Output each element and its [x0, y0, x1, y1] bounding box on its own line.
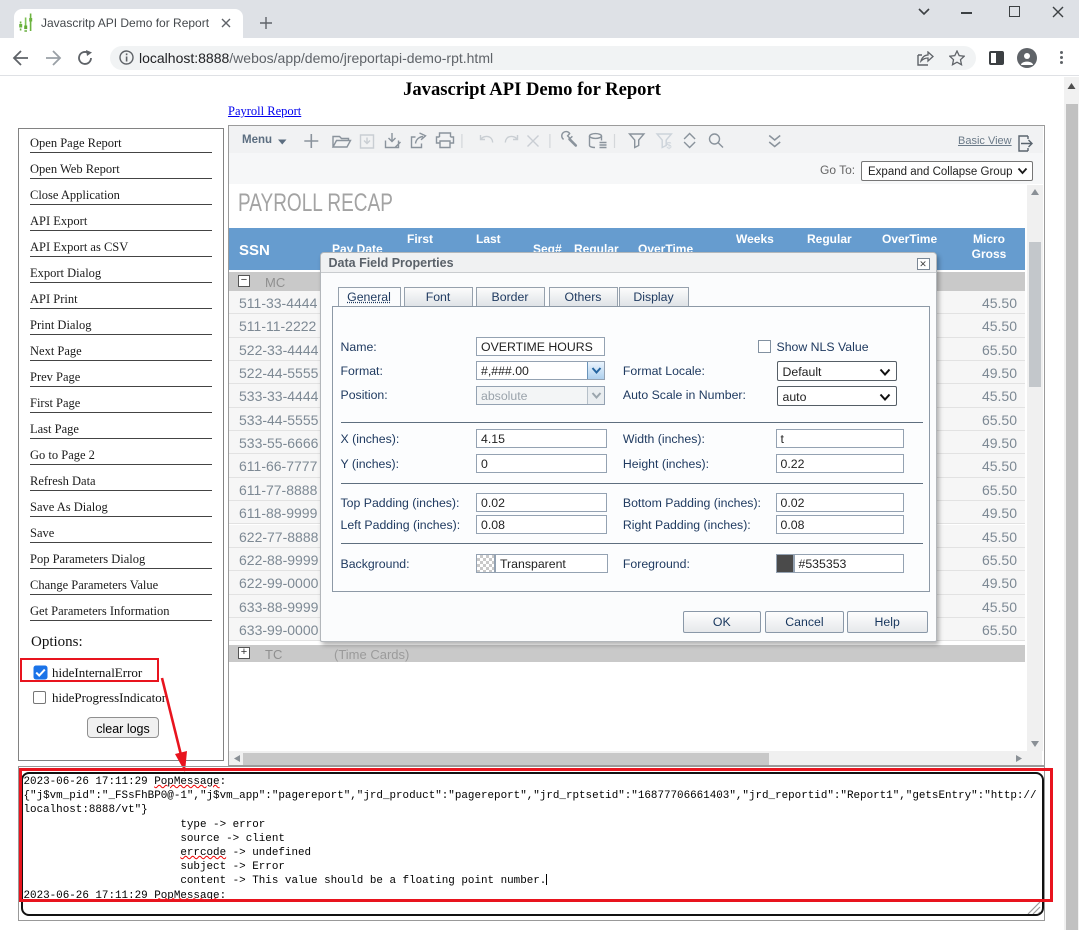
svg-text:$: $	[667, 141, 672, 151]
